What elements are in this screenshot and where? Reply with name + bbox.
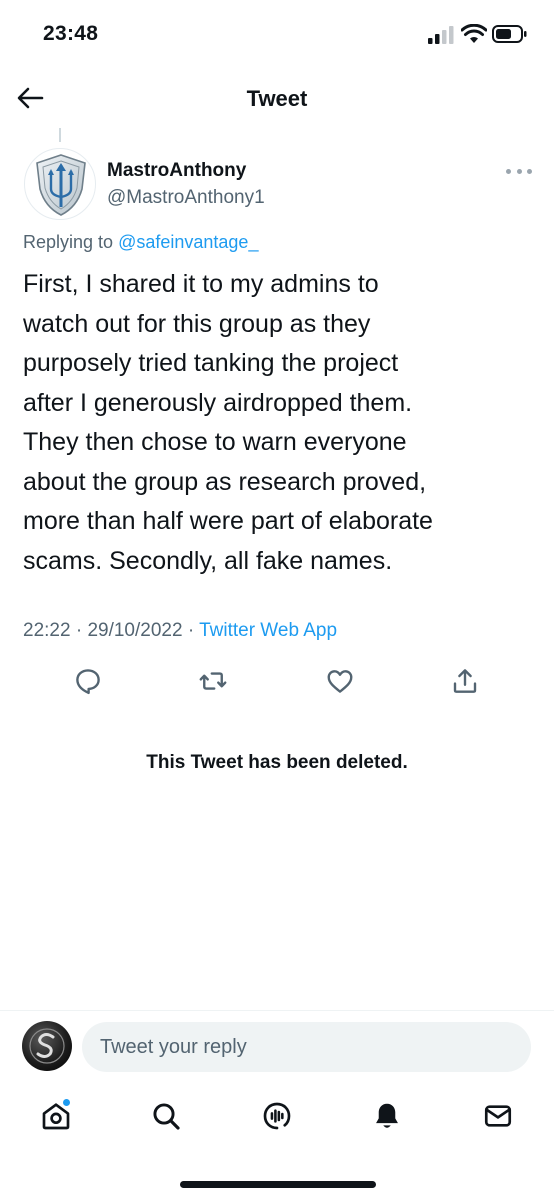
home-notification-dot (62, 1098, 71, 1107)
share-icon (453, 669, 477, 693)
meta-separator: · (187, 620, 195, 641)
tweet-text: First, I shared it to my admins to watch… (23, 270, 433, 575)
like-button[interactable] (323, 664, 357, 698)
tweet-source-link[interactable]: Twitter Web App (199, 620, 337, 641)
search-icon (153, 1103, 180, 1130)
cellular-signal-icon (428, 26, 454, 44)
thread-connector-line (59, 128, 61, 142)
tab-search[interactable] (146, 1094, 186, 1138)
wifi-icon (461, 24, 487, 43)
status-bar: 23:48 (0, 0, 554, 66)
meta-separator: · (75, 620, 83, 641)
notifications-icon (376, 1103, 398, 1128)
current-user-avatar[interactable] (22, 1021, 72, 1071)
page-title: Tweet (246, 86, 308, 111)
status-time: 23:48 (43, 22, 99, 45)
tweet-date: 29/10/2022 (87, 620, 183, 641)
tab-messages[interactable] (478, 1094, 518, 1138)
tab-home[interactable] (36, 1094, 76, 1138)
tweet-action-bar (0, 664, 554, 698)
replying-to-prefix: Replying to (23, 232, 114, 252)
author-handle[interactable]: @MastroAnthony1 (107, 187, 265, 209)
top-navigation: Tweet (0, 66, 554, 130)
replying-to-handle-link[interactable]: @safeinvantage_ (118, 232, 258, 252)
messages-icon (484, 1105, 512, 1127)
user-monogram-logo (29, 1028, 65, 1064)
tweet-time: 22:22 (23, 620, 71, 641)
author-name[interactable]: MastroAnthony (107, 160, 246, 182)
reply-input[interactable] (82, 1022, 531, 1072)
home-indicator (180, 1181, 376, 1188)
composer-divider (0, 1010, 554, 1011)
author-avatar[interactable] (24, 148, 96, 220)
tab-spaces[interactable] (257, 1094, 297, 1138)
reply-button[interactable] (71, 664, 105, 698)
deleted-tweet-notice: This Tweet has been deleted. (146, 752, 408, 773)
tweet-metadata: 22:22 · 29/10/2022 · Twitter Web App (23, 620, 337, 642)
reply-icon (76, 669, 100, 695)
bottom-tab-bar (0, 1094, 554, 1144)
retweet-icon (199, 672, 227, 690)
retweet-button[interactable] (196, 664, 230, 698)
spaces-icon (263, 1102, 291, 1130)
like-icon (327, 670, 353, 693)
tweet-detail-screen: 23:48 Tweet MastroAnthony @MastroAnthony… (0, 0, 554, 1200)
tab-notifications[interactable] (367, 1094, 407, 1138)
battery-icon (492, 25, 527, 43)
shield-trident-logo (36, 154, 86, 216)
share-button[interactable] (448, 664, 482, 698)
more-options-icon[interactable] (506, 164, 532, 178)
replying-to-line: Replying to @safeinvantage_ (23, 232, 258, 253)
